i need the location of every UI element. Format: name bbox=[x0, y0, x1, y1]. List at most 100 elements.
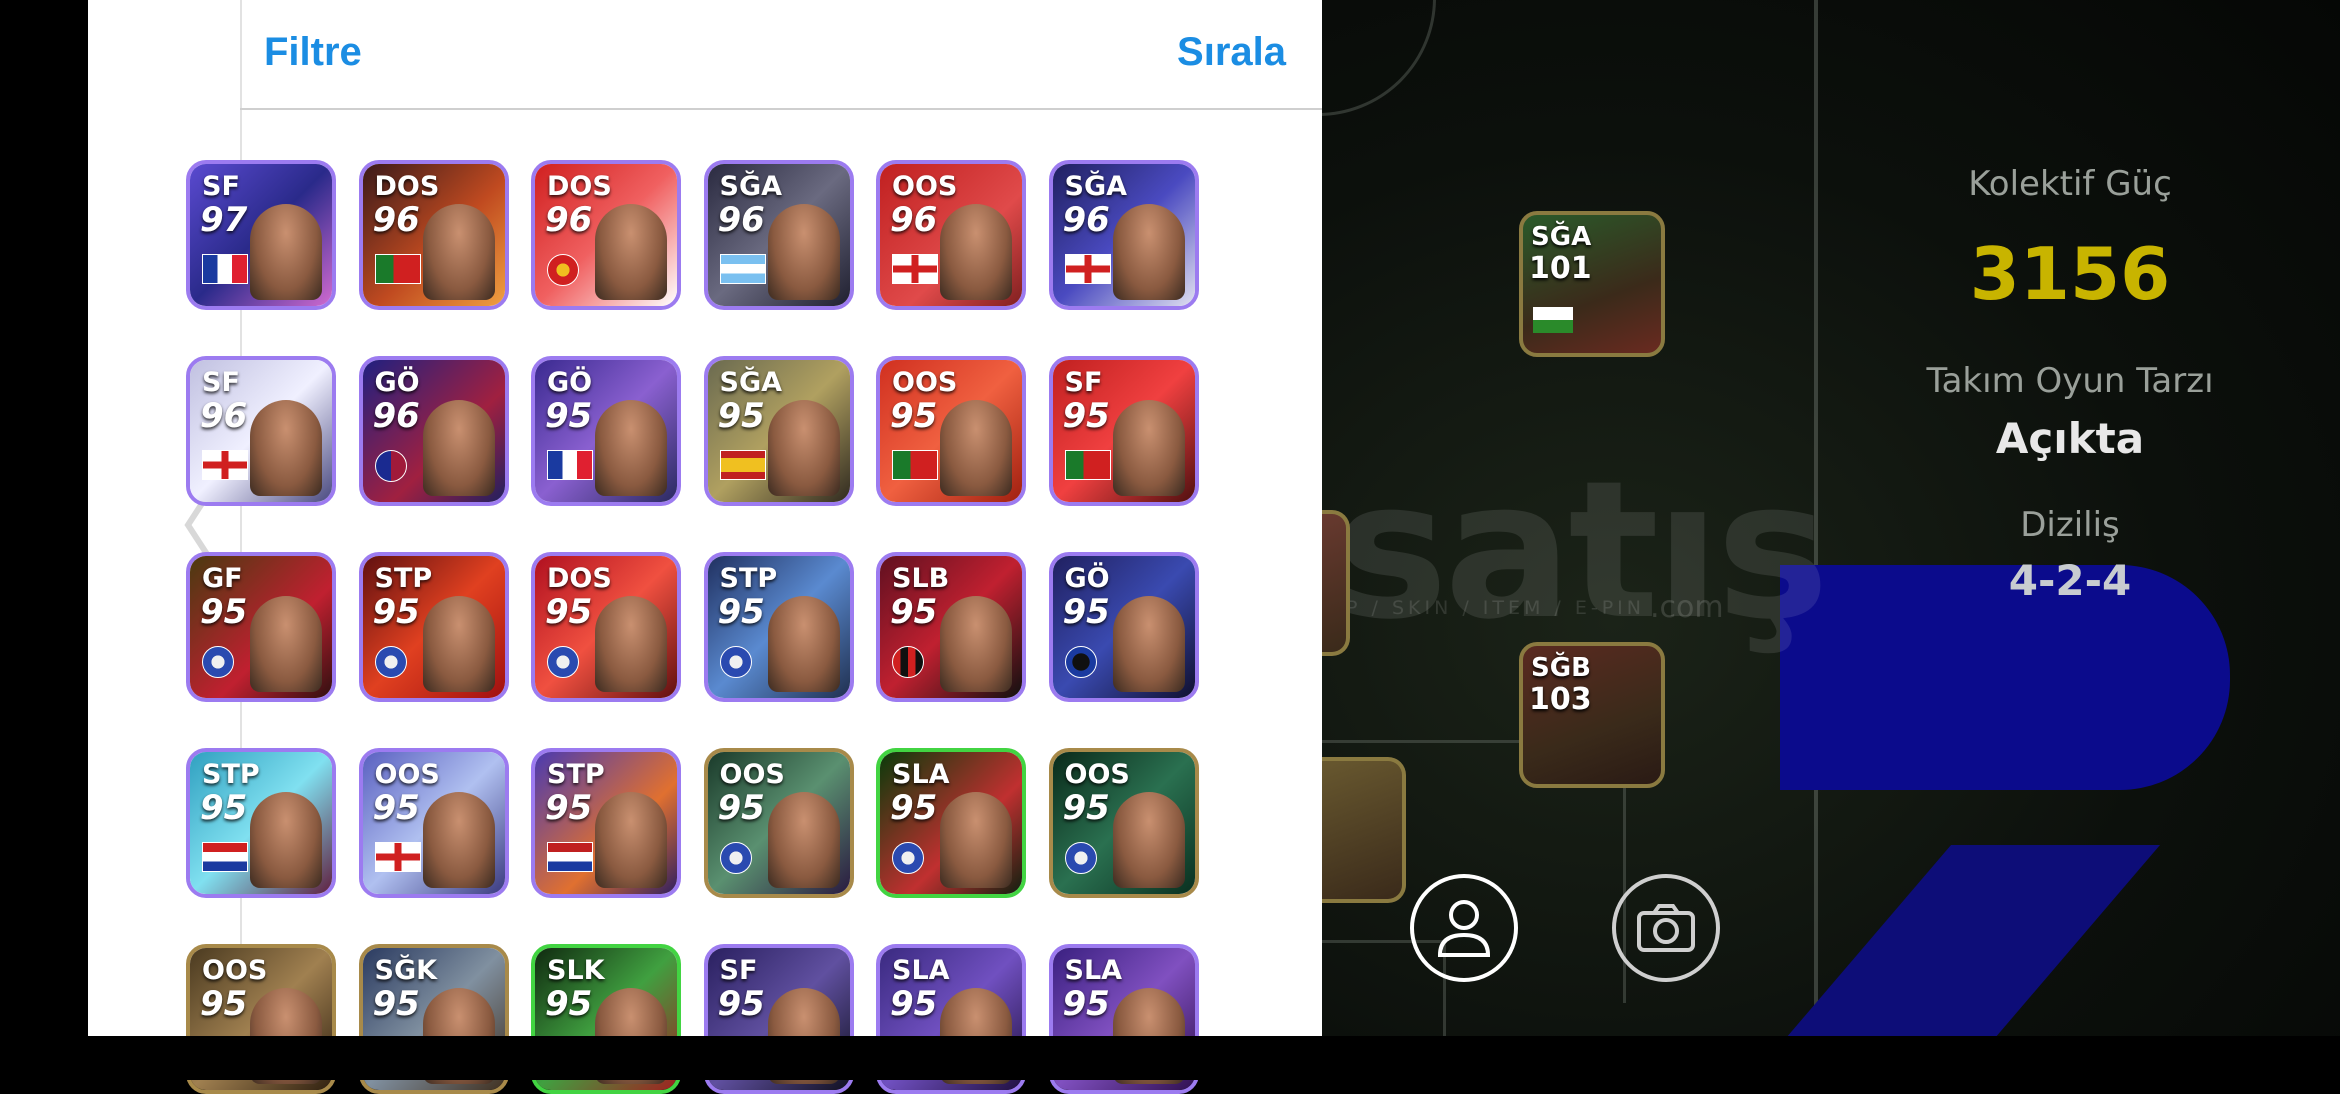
player-portrait bbox=[422, 204, 495, 300]
player-rating: 96 bbox=[890, 200, 938, 240]
player-position: OOS bbox=[1064, 759, 1130, 790]
player-position: SF bbox=[1064, 367, 1103, 398]
player-position: GF bbox=[202, 563, 243, 594]
portugal-flag-icon bbox=[892, 450, 938, 480]
profile-button[interactable] bbox=[1410, 874, 1518, 982]
player-position: GÖ bbox=[374, 367, 420, 398]
player-card[interactable]: SĞA 96 bbox=[703, 160, 854, 310]
player-position: DOS bbox=[374, 171, 440, 202]
player-card[interactable]: SLB 95 bbox=[876, 552, 1026, 702]
player-rating: 103 bbox=[1529, 682, 1592, 717]
person-icon bbox=[1437, 900, 1491, 957]
spain-flag-icon bbox=[719, 450, 766, 480]
player-portrait bbox=[1112, 792, 1185, 888]
club-flag-icon bbox=[202, 646, 234, 678]
england-flag-icon bbox=[374, 842, 421, 872]
player-card[interactable]: SĞA 96 bbox=[1048, 160, 1199, 310]
player-portrait bbox=[250, 400, 322, 496]
player-card[interactable]: STP 95 bbox=[186, 748, 336, 898]
player-rating: 96 bbox=[1062, 200, 1110, 240]
player-card[interactable]: SF 97 bbox=[186, 160, 336, 310]
player-card[interactable]: OOS 96 bbox=[876, 160, 1026, 310]
player-card[interactable]: GÖ 95 bbox=[1048, 552, 1199, 702]
panel-header: Filtre Sırala bbox=[240, 0, 1322, 110]
player-rating: 96 bbox=[372, 396, 420, 436]
player-rating: 96 bbox=[717, 200, 765, 240]
portugal-flag-icon bbox=[1064, 450, 1111, 480]
player-card[interactable]: DOS 96 bbox=[531, 160, 681, 310]
player-card[interactable]: DOS 96 bbox=[358, 160, 509, 310]
arsenal-flag-icon bbox=[547, 254, 579, 286]
player-position: DOS bbox=[547, 171, 612, 202]
play-style-value: Açıkta bbox=[1995, 414, 2145, 463]
player-rating: 95 bbox=[545, 592, 593, 632]
player-card[interactable]: STP 95 bbox=[358, 552, 509, 702]
player-portrait bbox=[595, 792, 667, 888]
player-card[interactable]: SF 96 bbox=[186, 356, 336, 506]
camera-icon bbox=[1637, 904, 1695, 952]
player-position: SĞK bbox=[374, 955, 438, 986]
argentina-flag-icon bbox=[719, 254, 766, 284]
player-portrait bbox=[1112, 400, 1185, 496]
club-flag-icon bbox=[719, 842, 752, 874]
player-card[interactable]: DOS 95 bbox=[531, 552, 681, 702]
filter-button[interactable]: Filtre bbox=[264, 30, 362, 75]
player-card[interactable]: OOS 95 bbox=[703, 748, 854, 898]
watermark-com: .com bbox=[1650, 590, 1724, 625]
player-portrait bbox=[940, 596, 1012, 692]
bottom-bar bbox=[0, 1036, 2340, 1080]
player-rating: 95 bbox=[545, 788, 593, 828]
player-rating: 95 bbox=[890, 788, 938, 828]
player-position: SLA bbox=[892, 759, 950, 790]
player-position: SF bbox=[719, 955, 758, 986]
player-rating: 97 bbox=[200, 200, 248, 240]
pitch-player-card[interactable]: SĞB 103 bbox=[1519, 642, 1665, 788]
pitch-player-card[interactable]: SĞA 101 bbox=[1519, 211, 1665, 357]
netherlands-flag-icon bbox=[547, 842, 593, 872]
player-rating: 101 bbox=[1529, 251, 1592, 286]
player-card[interactable]: SĞA 95 bbox=[703, 356, 854, 506]
player-position: STP bbox=[374, 563, 433, 594]
player-rating: 95 bbox=[717, 788, 765, 828]
player-position: GÖ bbox=[1064, 563, 1110, 594]
player-rating: 95 bbox=[200, 984, 248, 1024]
player-portrait bbox=[1112, 204, 1185, 300]
player-rating: 95 bbox=[1062, 788, 1110, 828]
player-portrait bbox=[767, 204, 840, 300]
player-card[interactable]: SLA 95 bbox=[876, 748, 1026, 898]
club-flag-icon bbox=[547, 646, 579, 678]
player-card[interactable]: STP 95 bbox=[703, 552, 854, 702]
formation-value: 4-2-4 bbox=[2008, 556, 2132, 605]
club-flag-icon bbox=[374, 646, 407, 678]
player-position: SĞA bbox=[719, 367, 783, 398]
player-card[interactable]: GF 95 bbox=[186, 552, 336, 702]
camera-button[interactable] bbox=[1612, 874, 1720, 982]
player-position: SF bbox=[202, 171, 240, 202]
player-card[interactable]: OOS 95 bbox=[358, 748, 509, 898]
player-portrait bbox=[595, 596, 667, 692]
player-portrait bbox=[767, 596, 840, 692]
player-position: OOS bbox=[892, 171, 958, 202]
player-card[interactable]: GÖ 96 bbox=[358, 356, 509, 506]
player-portrait bbox=[250, 204, 322, 300]
player-rating: 95 bbox=[545, 984, 593, 1024]
player-position: OOS bbox=[892, 367, 958, 398]
player-card[interactable]: OOS 95 bbox=[876, 356, 1026, 506]
player-position: OOS bbox=[202, 955, 268, 986]
player-rating: 95 bbox=[717, 984, 765, 1024]
player-card[interactable]: STP 95 bbox=[531, 748, 681, 898]
croatia-flag-icon bbox=[202, 842, 248, 872]
player-rating: 96 bbox=[200, 396, 248, 436]
player-card[interactable]: GÖ 95 bbox=[531, 356, 681, 506]
player-position: STP bbox=[202, 759, 260, 790]
player-card[interactable]: SF 95 bbox=[1048, 356, 1199, 506]
england-flag-icon bbox=[202, 450, 248, 480]
player-rating: 95 bbox=[200, 788, 248, 828]
england-flag-icon bbox=[892, 254, 938, 284]
sort-button[interactable]: Sırala bbox=[1177, 30, 1286, 75]
collective-power-value: 3156 bbox=[1969, 232, 2171, 316]
player-card[interactable]: OOS 95 bbox=[1048, 748, 1199, 898]
player-rating: 95 bbox=[372, 788, 420, 828]
player-rating: 95 bbox=[717, 396, 765, 436]
player-portrait bbox=[940, 792, 1012, 888]
